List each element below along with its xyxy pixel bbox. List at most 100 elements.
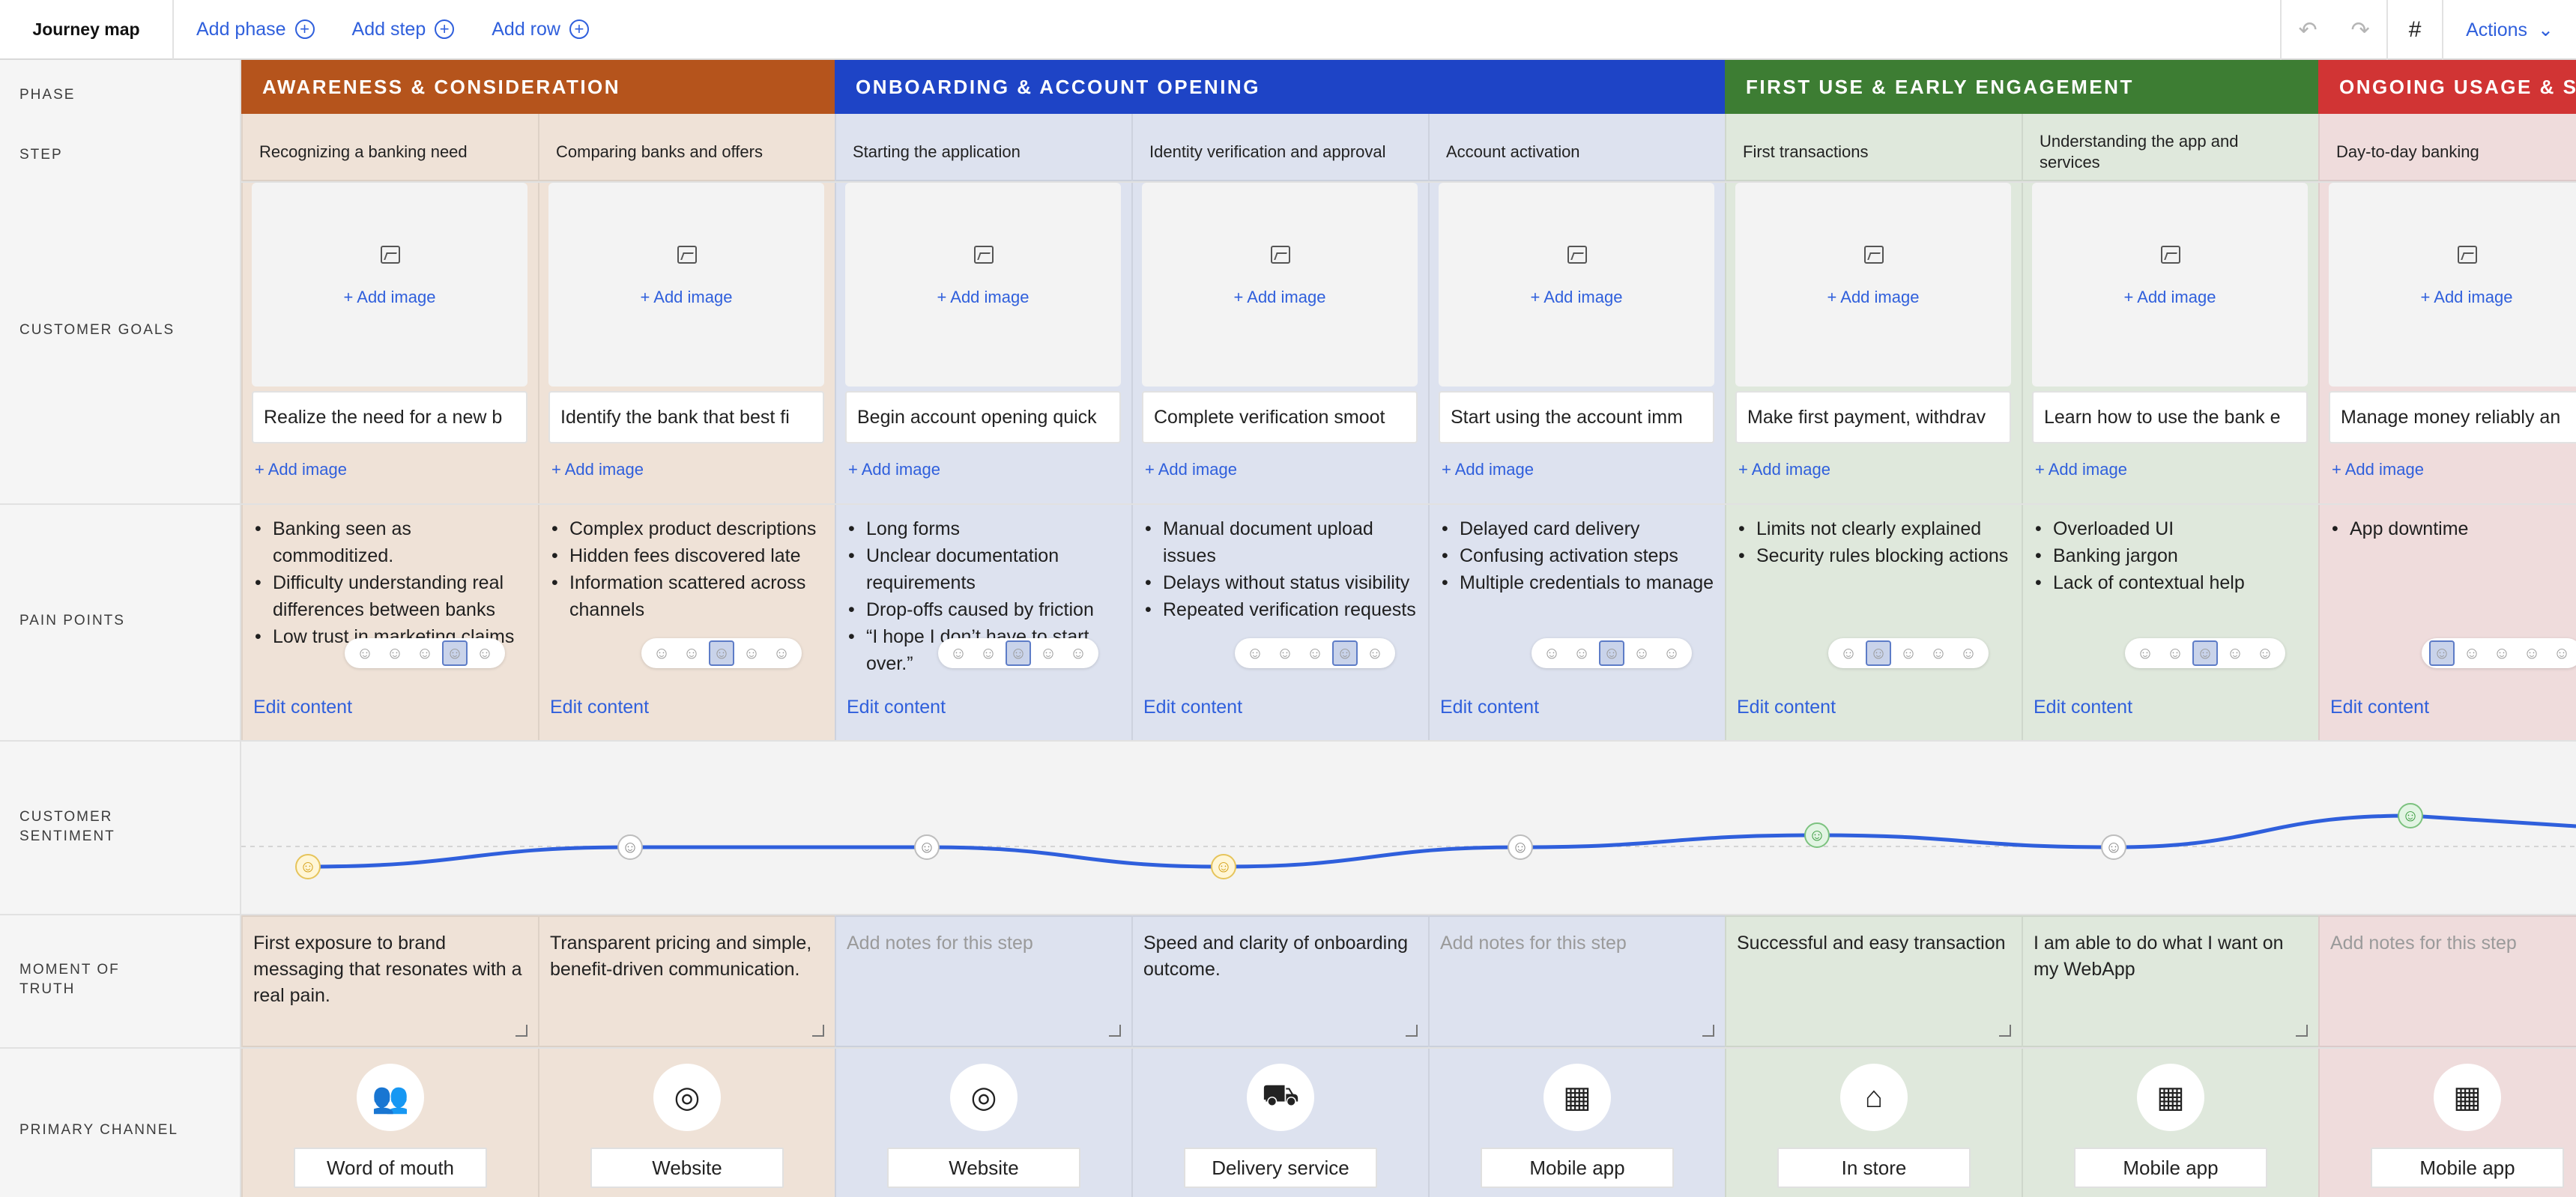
- add-image-link[interactable]: + Add image: [845, 288, 1121, 307]
- phase-header[interactable]: AWARENESS & CONSIDERATION: [241, 60, 835, 114]
- step-title[interactable]: Day-to-day banking: [2320, 114, 2576, 181]
- moment-of-truth-field[interactable]: Transparent pricing and simple, benefit-…: [539, 915, 835, 1047]
- sentiment-face-icon[interactable]: ☺: [2132, 640, 2158, 666]
- customer-goal-field[interactable]: Identify the bank that best fi: [548, 391, 824, 443]
- grid-icon[interactable]: #: [2388, 0, 2442, 60]
- sentiment-face-icon[interactable]: ☺: [1272, 640, 1298, 666]
- edit-content-link[interactable]: Edit content: [2330, 697, 2429, 718]
- sentiment-point[interactable]: ☺: [1508, 834, 1533, 860]
- image-placeholder[interactable]: + Add image: [1439, 183, 1714, 387]
- add-image-link[interactable]: + Add image: [1735, 288, 2011, 307]
- sentiment-face-icon[interactable]: ☺: [2429, 640, 2455, 666]
- customer-goal-field[interactable]: Start using the account imm: [1439, 391, 1714, 443]
- resize-handle-icon[interactable]: [515, 1025, 527, 1037]
- add-image-link[interactable]: + Add image: [2032, 288, 2308, 307]
- resize-handle-icon[interactable]: [1702, 1025, 1714, 1037]
- journey-map-tab[interactable]: Journey map: [0, 0, 174, 59]
- channel-label[interactable]: Delivery service: [1184, 1148, 1377, 1188]
- sentiment-face-icon[interactable]: ☺: [382, 640, 408, 666]
- sentiment-face-icon[interactable]: ☺: [1599, 640, 1624, 666]
- step-title[interactable]: Identity verification and approval: [1133, 114, 1428, 181]
- sentiment-point[interactable]: ☺: [1211, 854, 1236, 879]
- image-placeholder[interactable]: + Add image: [2032, 183, 2308, 387]
- sentiment-face-icon[interactable]: ☺: [1332, 640, 1358, 666]
- sentiment-face-icon[interactable]: ☺: [1362, 640, 1388, 666]
- channel-label[interactable]: Website: [887, 1148, 1080, 1188]
- customer-goal-field[interactable]: Learn how to use the bank e: [2032, 391, 2308, 443]
- step-title[interactable]: Recognizing a banking need: [243, 114, 538, 181]
- image-placeholder[interactable]: + Add image: [2329, 183, 2576, 387]
- resize-handle-icon[interactable]: [2296, 1025, 2308, 1037]
- step-title[interactable]: Comparing banks and offers: [539, 114, 835, 181]
- channel-label[interactable]: Mobile app: [2074, 1148, 2267, 1188]
- step-title[interactable]: First transactions: [1726, 114, 2022, 181]
- sentiment-face-icon[interactable]: ☺: [352, 640, 378, 666]
- sentiment-face-icon[interactable]: ☺: [442, 640, 468, 666]
- sentiment-face-icon[interactable]: ☺: [1242, 640, 1268, 666]
- moment-of-truth-field[interactable]: I am able to do what I want on my WebApp: [2023, 915, 2318, 1047]
- channel-label[interactable]: Mobile app: [1481, 1148, 1674, 1188]
- customer-goal-field[interactable]: Complete verification smoot: [1142, 391, 1418, 443]
- sentiment-face-icon[interactable]: ☺: [739, 640, 764, 666]
- add-phase-button[interactable]: Add phase +: [196, 19, 315, 40]
- customer-goal-field[interactable]: Realize the need for a new b: [252, 391, 527, 443]
- sentiment-face-icon[interactable]: ☺: [1006, 640, 1031, 666]
- sentiment-face-icon[interactable]: ☺: [1629, 640, 1654, 666]
- sentiment-point[interactable]: ☺: [2398, 803, 2423, 828]
- edit-content-link[interactable]: Edit content: [1440, 697, 1539, 718]
- sentiment-point[interactable]: ☺: [914, 834, 940, 860]
- resize-handle-icon[interactable]: [1406, 1025, 1418, 1037]
- sentiment-face-icon[interactable]: ☺: [649, 640, 674, 666]
- sentiment-point[interactable]: ☺: [295, 854, 321, 879]
- sentiment-face-icon[interactable]: ☺: [2222, 640, 2248, 666]
- image-placeholder[interactable]: + Add image: [252, 183, 527, 387]
- moment-of-truth-field[interactable]: Add notes for this step: [1430, 915, 1725, 1047]
- edit-content-link[interactable]: Edit content: [2034, 697, 2132, 718]
- edit-content-link[interactable]: Edit content: [550, 697, 649, 718]
- actions-button[interactable]: Actions ⌄: [2443, 0, 2576, 60]
- edit-content-link[interactable]: Edit content: [1737, 697, 1836, 718]
- sentiment-face-icon[interactable]: ☺: [1836, 640, 1861, 666]
- add-image-link[interactable]: + Add image: [1738, 460, 1830, 479]
- undo-icon[interactable]: ↶: [2282, 0, 2334, 60]
- channel-label[interactable]: Mobile app: [2371, 1148, 2564, 1188]
- sentiment-face-icon[interactable]: ☺: [1065, 640, 1091, 666]
- customer-goal-field[interactable]: Begin account opening quick: [845, 391, 1121, 443]
- channel-label[interactable]: In store: [1777, 1148, 1971, 1188]
- moment-of-truth-field[interactable]: Successful and easy transaction: [1726, 915, 2022, 1047]
- redo-icon[interactable]: ↷: [2334, 0, 2386, 60]
- resize-handle-icon[interactable]: [1109, 1025, 1121, 1037]
- phase-header[interactable]: ONGOING USAGE & SU: [2318, 60, 2576, 114]
- moment-of-truth-field[interactable]: First exposure to brand messaging that r…: [243, 915, 538, 1047]
- add-step-button[interactable]: Add step +: [352, 19, 455, 40]
- sentiment-face-icon[interactable]: ☺: [1896, 640, 1921, 666]
- channel-label[interactable]: Word of mouth: [294, 1148, 487, 1188]
- sentiment-point[interactable]: ☺: [1804, 822, 1830, 848]
- add-image-link[interactable]: + Add image: [551, 460, 644, 479]
- sentiment-face-icon[interactable]: ☺: [412, 640, 438, 666]
- sentiment-face-icon[interactable]: ☺: [2519, 640, 2545, 666]
- sentiment-face-icon[interactable]: ☺: [976, 640, 1001, 666]
- edit-content-link[interactable]: Edit content: [253, 697, 352, 718]
- sentiment-face-icon[interactable]: ☺: [2252, 640, 2278, 666]
- add-image-link[interactable]: + Add image: [2035, 460, 2127, 479]
- edit-content-link[interactable]: Edit content: [847, 697, 946, 718]
- sentiment-face-icon[interactable]: ☺: [1866, 640, 1891, 666]
- add-image-link[interactable]: + Add image: [252, 288, 527, 307]
- add-row-button[interactable]: Add row +: [492, 19, 589, 40]
- sentiment-face-icon[interactable]: ☺: [1302, 640, 1328, 666]
- sentiment-face-icon[interactable]: ☺: [2192, 640, 2218, 666]
- edit-content-link[interactable]: Edit content: [1143, 697, 1242, 718]
- image-placeholder[interactable]: + Add image: [1142, 183, 1418, 387]
- sentiment-face-icon[interactable]: ☺: [2549, 640, 2575, 666]
- sentiment-face-icon[interactable]: ☺: [1926, 640, 1951, 666]
- add-image-link[interactable]: + Add image: [2329, 288, 2576, 307]
- sentiment-face-icon[interactable]: ☺: [769, 640, 794, 666]
- add-image-link[interactable]: + Add image: [2332, 460, 2424, 479]
- moment-of-truth-field[interactable]: Add notes for this step: [2320, 915, 2576, 1047]
- add-image-link[interactable]: + Add image: [255, 460, 347, 479]
- step-title[interactable]: Account activation: [1430, 114, 1725, 181]
- image-placeholder[interactable]: + Add image: [845, 183, 1121, 387]
- customer-goal-field[interactable]: Manage money reliably an: [2329, 391, 2576, 443]
- sentiment-face-icon[interactable]: ☺: [709, 640, 734, 666]
